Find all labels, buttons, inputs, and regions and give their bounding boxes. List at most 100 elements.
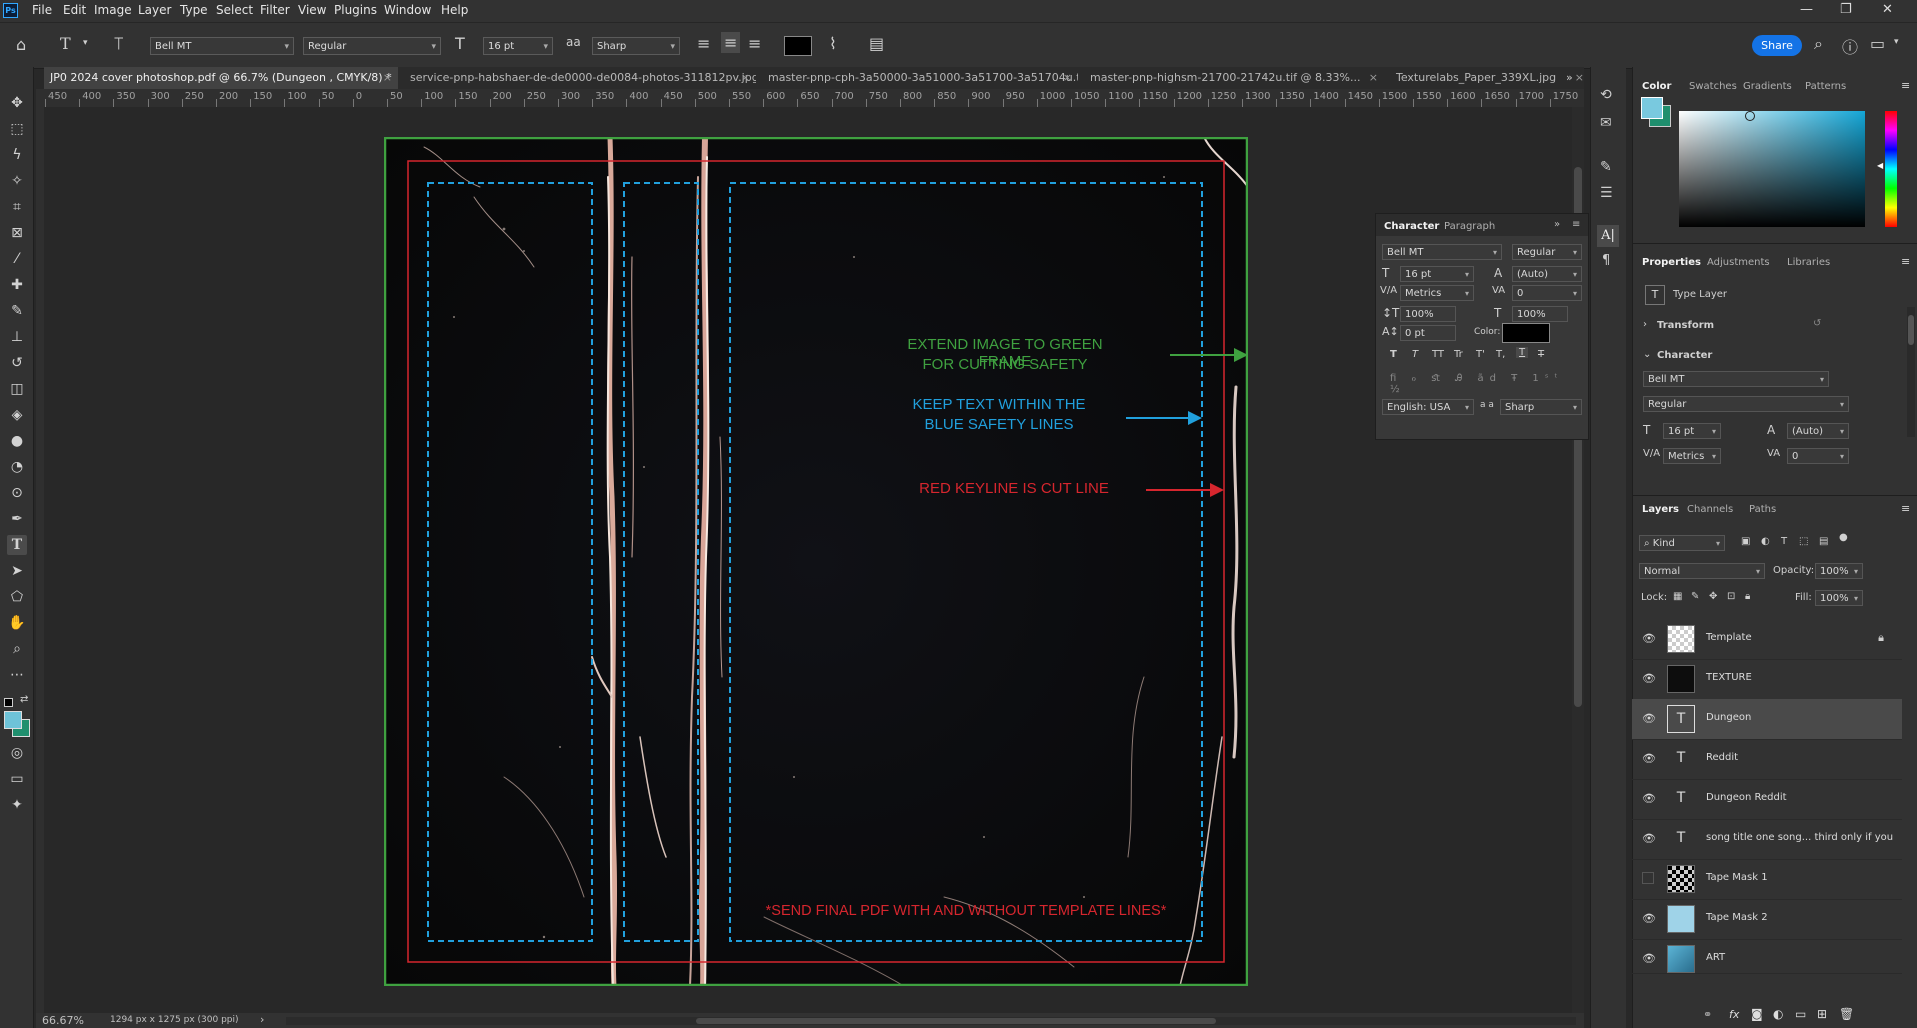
font-family-select[interactable]: Bell MT ▾ <box>150 37 294 55</box>
screen-mode-icon[interactable]: ▭ <box>7 769 27 789</box>
align-center-icon[interactable]: ≡ <box>721 32 741 53</box>
eraser-tool-icon[interactable]: ◫ <box>7 379 27 399</box>
align-left-icon[interactable]: ≡ <box>697 34 710 53</box>
share-button[interactable]: Share <box>1752 35 1802 56</box>
collapse-icon[interactable]: » <box>1554 219 1560 230</box>
close-icon[interactable]: × <box>741 67 750 89</box>
brush-tool-icon[interactable]: ✎ <box>7 301 27 321</box>
prop-kerning[interactable]: Metrics ▾ <box>1663 448 1721 464</box>
menu-edit[interactable]: Edit <box>63 3 86 17</box>
eye-icon[interactable]: 👁︎ <box>1642 752 1656 765</box>
zoom-tool-icon[interactable]: ⌕ <box>7 639 27 659</box>
pen-tool-icon[interactable]: ✒ <box>7 509 27 529</box>
lock-all-icon[interactable]: 🔒︎ <box>1745 591 1750 602</box>
visibility-toggle-off[interactable] <box>1642 872 1654 884</box>
character-section[interactable]: Character <box>1657 350 1712 361</box>
panel-menu-icon[interactable]: ≡ <box>1901 502 1910 515</box>
document-canvas[interactable]: EXTEND IMAGE TO GREEN FRAME FOR CUTTING … <box>384 137 1248 986</box>
style-faux-italic-icon[interactable]: T <box>1412 349 1418 360</box>
tab-document-4[interactable]: master-pnp-highsm-21700-21742u.tif @ 8.3… <box>1084 67 1384 89</box>
eye-icon[interactable]: 👁︎ <box>1642 632 1656 645</box>
add-mask-icon[interactable]: ◙ <box>1751 1007 1763 1021</box>
char-font-family[interactable]: Bell MT ▾ <box>1382 244 1502 260</box>
menu-image[interactable]: Image <box>94 3 132 17</box>
filter-toggle-icon[interactable]: ● <box>1839 532 1848 543</box>
char-leading[interactable]: (Auto) ▾ <box>1512 266 1582 282</box>
canvas-area[interactable]: EXTEND IMAGE TO GREEN FRAME FOR CUTTING … <box>44 107 1584 1013</box>
type-tool-icon[interactable]: T <box>7 535 27 555</box>
eye-icon[interactable]: 👁︎ <box>1642 672 1656 685</box>
layer-row-texture[interactable]: 👁︎ TEXTURE <box>1632 659 1902 700</box>
comments-icon[interactable]: ✉ <box>1600 115 1612 131</box>
lock-artboard-icon[interactable]: ⊡ <box>1727 591 1735 602</box>
more-tools-icon[interactable]: ⋯ <box>7 665 27 685</box>
filter-adjustment-icon[interactable]: ◐ <box>1761 536 1770 547</box>
frame-tool-icon[interactable]: ⊠ <box>7 223 27 243</box>
char-language-select[interactable]: English: USA ▾ <box>1382 399 1474 415</box>
style-all-caps-icon[interactable]: TT <box>1432 349 1444 360</box>
history-brush-icon[interactable]: ↺ <box>7 353 27 373</box>
tab-document-1[interactable]: JP0 2024 cover photoshop.pdf @ 66.7% (Du… <box>44 67 398 89</box>
eyedropper-tool-icon[interactable]: ⁄ <box>7 249 27 269</box>
chevron-right-icon[interactable]: › <box>260 1013 264 1026</box>
style-superscript-icon[interactable]: T' <box>1476 349 1485 360</box>
style-underline-icon[interactable]: T <box>1516 347 1529 358</box>
layer-row-art[interactable]: 👁︎ ART <box>1632 939 1902 974</box>
tab-swatches[interactable]: Swatches <box>1689 81 1737 92</box>
char-antialias-select[interactable]: Sharp ▾ <box>1500 399 1582 415</box>
zoom-burn-icon[interactable]: ⊙ <box>7 483 27 503</box>
healing-brush-icon[interactable]: ✚ <box>7 275 27 295</box>
eye-icon[interactable]: 👁︎ <box>1642 832 1656 845</box>
tab-adjustments[interactable]: Adjustments <box>1707 257 1770 268</box>
eye-icon[interactable]: 👁︎ <box>1642 912 1656 925</box>
blend-mode-select[interactable]: Normal ▾ <box>1639 563 1765 579</box>
swap-colors-icon[interactable]: ⇄ <box>20 694 28 705</box>
font-style-select[interactable]: Regular ▾ <box>303 37 441 55</box>
lock-transparent-icon[interactable]: ▦ <box>1673 591 1682 602</box>
scroll-thumb[interactable] <box>1908 315 1914 345</box>
filter-type-icon[interactable]: T <box>1781 536 1787 547</box>
char-vertical-scale[interactable]: 100% <box>1400 306 1456 322</box>
menu-plugins[interactable]: Plugins <box>334 3 377 17</box>
opacity-field[interactable]: 100% ▾ <box>1815 563 1863 579</box>
hand-tool-icon[interactable]: ✋ <box>7 613 27 633</box>
magic-wand-tool-icon[interactable]: ✧ <box>7 171 27 191</box>
search-icon[interactable]: ⌕ <box>1814 34 1823 54</box>
layer-row-dungeon[interactable]: 👁︎ T Dungeon <box>1632 699 1902 740</box>
close-icon[interactable]: × <box>1575 67 1584 89</box>
close-window-icon[interactable]: ✕ <box>1882 2 1893 17</box>
panel-menu-icon[interactable]: ≡ <box>1901 255 1910 268</box>
lasso-tool-icon[interactable]: ϟ <box>7 145 27 165</box>
char-baseline-shift[interactable]: 0 pt <box>1400 325 1456 341</box>
path-selection-icon[interactable]: ➤ <box>7 561 27 581</box>
shape-tool-icon[interactable]: ⬠ <box>7 587 27 607</box>
close-icon[interactable]: × <box>1063 67 1072 89</box>
tab-paths[interactable]: Paths <box>1749 504 1776 515</box>
default-colors-icon[interactable] <box>4 698 13 707</box>
tab-document-2[interactable]: service-pnp-habshaer-de-de0000-de0084-ph… <box>404 67 756 89</box>
menu-help[interactable]: Help <box>441 3 468 17</box>
char-kerning[interactable]: Metrics ▾ <box>1400 285 1474 301</box>
layer-row-song-title[interactable]: 👁︎ T song title one song... third only i… <box>1632 819 1902 860</box>
blur-tool-icon[interactable]: ● <box>7 431 27 451</box>
new-layer-icon[interactable]: ⊞ <box>1817 1007 1827 1021</box>
char-font-size[interactable]: 16 pt ▾ <box>1400 266 1474 282</box>
layer-row-template[interactable]: 👁︎ Template 🔒︎ <box>1632 619 1902 660</box>
color-foreground-swatch[interactable] <box>1641 97 1663 119</box>
foreground-color-swatch[interactable] <box>4 711 22 729</box>
chevron-right-icon[interactable]: › <box>1643 319 1647 330</box>
link-layers-icon[interactable]: ⚭ <box>1703 1008 1712 1021</box>
menu-view[interactable]: View <box>298 3 326 17</box>
layer-row-dungeon-reddit[interactable]: 👁︎ T Dungeon Reddit <box>1632 779 1902 820</box>
new-group-icon[interactable]: ▭ <box>1795 1007 1806 1021</box>
text-color-swatch[interactable] <box>784 36 812 56</box>
move-tool-icon[interactable]: ✥ <box>7 93 27 113</box>
adjustment-layer-icon[interactable]: ◐ <box>1773 1007 1783 1021</box>
tab-layers[interactable]: Layers <box>1642 504 1679 515</box>
delete-layer-icon[interactable]: 🗑︎ <box>1839 1007 1854 1021</box>
dodge-tool-icon[interactable]: ◔ <box>7 457 27 477</box>
eye-icon[interactable]: 👁︎ <box>1642 792 1656 805</box>
paragraph-panel-icon[interactable]: ¶ <box>1602 253 1610 268</box>
tab-color[interactable]: Color <box>1642 81 1671 92</box>
history-icon[interactable]: ⟲ <box>1600 87 1612 103</box>
